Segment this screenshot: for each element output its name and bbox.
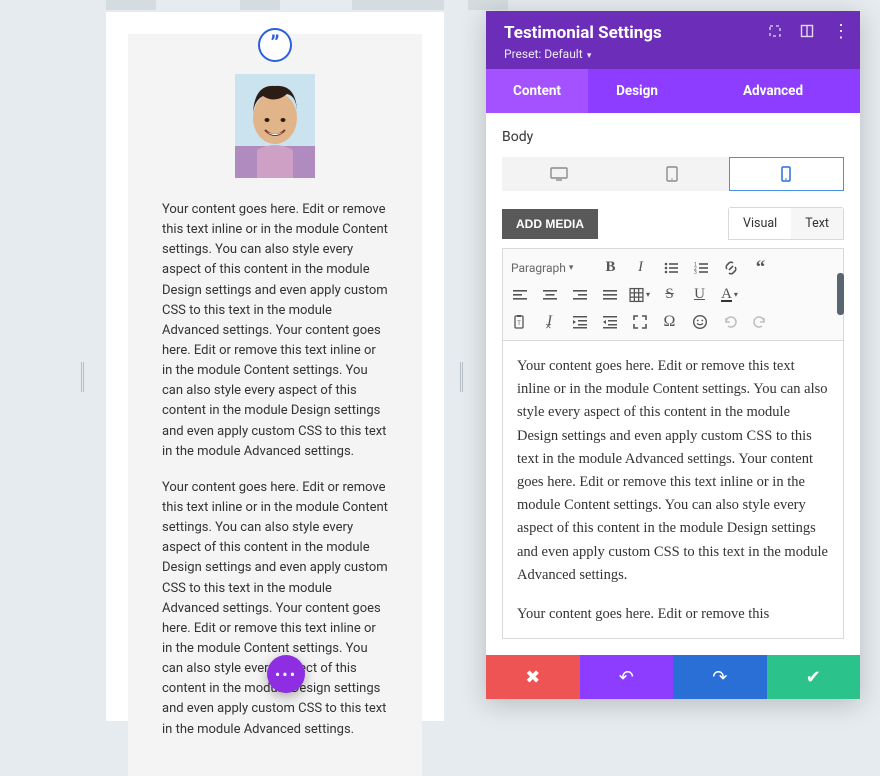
underline-button[interactable]: U (689, 284, 710, 305)
more-icon: ••• (275, 665, 297, 684)
redo-changes-button[interactable]: ↷ (673, 655, 767, 699)
align-center-button[interactable] (539, 284, 560, 305)
add-media-button[interactable]: ADD MEDIA (502, 209, 598, 239)
blockquote-button[interactable]: “ (750, 257, 771, 278)
italic-button[interactable]: I (630, 257, 651, 278)
panel-header[interactable]: Testimonial Settings Preset: Default ▾ ⋮ (486, 11, 860, 69)
paragraph-select[interactable]: Paragraph▾ (509, 259, 591, 277)
text-color-button[interactable]: A ▾ (719, 284, 740, 305)
expand-icon[interactable] (768, 23, 782, 42)
device-tablet-button[interactable] (615, 157, 728, 191)
link-button[interactable] (720, 257, 741, 278)
desktop-icon (550, 167, 568, 181)
scrollbar-thumb[interactable] (837, 273, 844, 315)
undo-button[interactable] (719, 311, 740, 332)
chevron-down-icon: ▾ (585, 51, 592, 61)
tablet-icon (666, 166, 678, 182)
wysiwyg-editor[interactable]: Your content goes here. Edit or remove t… (502, 341, 844, 639)
author-photo (235, 74, 315, 178)
chevron-down-icon: ▾ (569, 263, 574, 273)
chevron-down-icon: ▾ (646, 290, 650, 299)
clear-format-button[interactable]: I✕ (539, 311, 560, 332)
settings-panel: Testimonial Settings Preset: Default ▾ ⋮… (486, 11, 860, 699)
discard-button[interactable]: ✖ (486, 655, 580, 699)
svg-text:T: T (517, 320, 521, 327)
editor-paragraph[interactable]: Your content goes here. Edit or remove t… (517, 355, 829, 587)
panel-body: Body ADD MEDIA Visual Text Paragrap (486, 113, 860, 655)
panel-tabs: Content Design Advanced (486, 69, 860, 113)
editor-mode-text[interactable]: Text (791, 208, 843, 239)
editor-mode-tabs: Visual Text (728, 207, 844, 240)
redo-button[interactable] (749, 311, 770, 332)
svg-text:3: 3 (694, 270, 697, 276)
close-icon: ✖ (525, 667, 540, 688)
phone-icon (781, 166, 791, 182)
device-phone-button[interactable] (729, 157, 844, 191)
redo-icon: ↷ (712, 667, 727, 688)
save-button[interactable]: ✔ (767, 655, 861, 699)
snap-icon[interactable] (800, 23, 814, 42)
undo-changes-button[interactable]: ↶ (580, 655, 674, 699)
quote-icon: ” (258, 28, 292, 62)
editor-paragraph[interactable]: Your content goes here. Edit or remove t… (517, 603, 829, 626)
editor-mode-visual[interactable]: Visual (729, 208, 791, 239)
resize-handle-right[interactable] (460, 362, 463, 392)
tab-advanced[interactable]: Advanced (686, 69, 860, 113)
responsive-toggle (502, 157, 844, 191)
bullet-list-button[interactable] (660, 257, 681, 278)
field-label-body: Body (502, 129, 844, 145)
kebab-icon[interactable]: ⋮ (832, 27, 850, 38)
strikethrough-button[interactable]: S (659, 284, 680, 305)
builder-menu-fab[interactable]: ••• (267, 655, 305, 693)
page-preview: ” Your content goes here. Edit or remove… (106, 12, 444, 721)
device-desktop-button[interactable] (502, 157, 615, 191)
bold-button[interactable]: B (600, 257, 621, 278)
emoji-button[interactable] (689, 311, 710, 332)
table-button[interactable]: ▾ (629, 284, 650, 305)
paste-text-button[interactable]: T (509, 311, 530, 332)
fullscreen-button[interactable] (629, 311, 650, 332)
check-icon: ✔ (806, 667, 821, 688)
editor-toolbar: Paragraph▾ B I 123 “ (502, 248, 844, 341)
resize-handle-left[interactable] (81, 362, 84, 392)
chevron-down-icon: ▾ (734, 290, 738, 299)
indent-button[interactable] (599, 311, 620, 332)
body-paragraph[interactable]: Your content goes here. Edit or remove t… (162, 200, 388, 462)
align-justify-button[interactable] (599, 284, 620, 305)
tab-design[interactable]: Design (588, 69, 686, 113)
numbered-list-button[interactable]: 123 (690, 257, 711, 278)
tab-content[interactable]: Content (486, 69, 588, 113)
preset-dropdown[interactable]: Preset: Default ▾ (504, 47, 842, 61)
undo-icon: ↶ (619, 667, 634, 688)
special-char-button[interactable]: Ω (659, 311, 680, 332)
body-paragraph[interactable]: Your content goes here. Edit or remove t… (162, 478, 388, 740)
panel-footer: ✖ ↶ ↷ ✔ (486, 655, 860, 699)
align-right-button[interactable] (569, 284, 590, 305)
outdent-button[interactable] (569, 311, 590, 332)
align-left-button[interactable] (509, 284, 530, 305)
